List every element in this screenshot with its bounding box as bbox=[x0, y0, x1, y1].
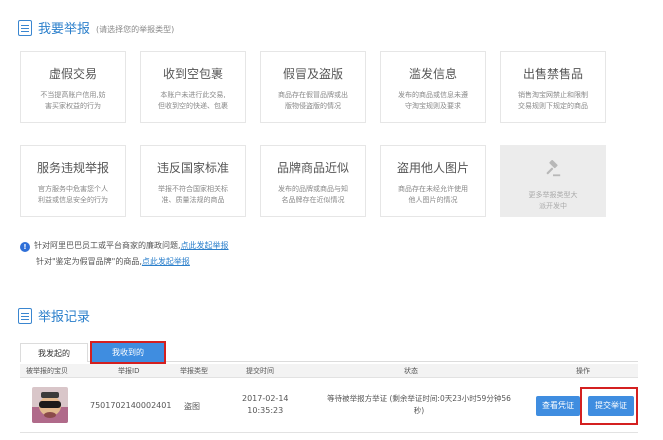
report-type-card-brand-similarity[interactable]: 品牌商品近似 发布的品牌或商品与知 名品牌存在近似情况 bbox=[260, 145, 366, 217]
counterfeit-report-link[interactable]: 点此发起举报 bbox=[142, 257, 190, 266]
report-type-card-prohibited-goods[interactable]: 出售禁售品 销售淘宝网禁止和限制 交易规则下规定的商品 bbox=[500, 51, 606, 123]
document-icon bbox=[18, 307, 32, 324]
tab-received[interactable]: 我收到的 bbox=[90, 341, 166, 364]
card-title: 品牌商品近似 bbox=[276, 161, 349, 175]
card-desc: 本账户未进行此交易, 但收到空的快递、包裹 bbox=[158, 91, 228, 110]
notice-line-2: 针对"鉴定为假冒品牌"的商品,点此发起举报 bbox=[36, 257, 190, 266]
report-id: 7501702140002401 bbox=[90, 401, 172, 410]
card-desc: 举报不符合国家相关标 准、质量法规的商品 bbox=[158, 185, 228, 204]
notice-line-1: ! 针对阿里巴巴员工或平台商家的廉政问题,点此发起举报 bbox=[20, 238, 229, 254]
col-report-id: 举报ID bbox=[118, 367, 140, 375]
card-title: 假冒及盗版 bbox=[282, 67, 343, 81]
gavel-icon bbox=[546, 160, 561, 177]
report-type-card-image-theft[interactable]: 盗用他人图片 商品存在未经允许使用 他人图片的情况 bbox=[380, 145, 486, 217]
col-status: 状态 bbox=[404, 367, 418, 375]
card-desc: 官方服务中危害您个人 利益或信息安全的行为 bbox=[38, 185, 108, 204]
document-icon bbox=[18, 19, 32, 36]
card-desc: 发布的商品或信息未遵 守淘宝规则及要求 bbox=[398, 91, 468, 110]
card-title: 收到空包裹 bbox=[162, 67, 223, 81]
records-tabs: 我发起的 我收到的 bbox=[20, 340, 638, 364]
col-item: 被举报的宝贝 bbox=[26, 367, 68, 375]
tab-sent[interactable]: 我发起的 bbox=[20, 343, 88, 362]
info-icon: ! bbox=[20, 242, 30, 252]
report-section-header: 我要举报 (请选择您的举报类型) bbox=[18, 18, 174, 37]
report-type-card-empty-package[interactable]: 收到空包裹 本账户未进行此交易, 但收到空的快递、包裹 bbox=[140, 51, 246, 123]
view-evidence-button[interactable]: 查看凭证 bbox=[536, 396, 580, 416]
report-type-card-service-violation[interactable]: 服务违规举报 官方服务中危害您个人 利益或信息安全的行为 bbox=[20, 145, 126, 217]
card-title: 盗用他人图片 bbox=[396, 161, 469, 175]
card-title: 服务违规举报 bbox=[36, 161, 109, 175]
col-type: 举报类型 bbox=[180, 367, 208, 375]
card-desc: 不当提高账户信用,妨 害买家权益的行为 bbox=[40, 91, 106, 110]
card-title: 出售禁售品 bbox=[522, 67, 583, 81]
records-table-header: 被举报的宝贝 举报ID 举报类型 提交时间 状态 操作 bbox=[20, 364, 638, 378]
report-type-grid: 虚假交易 不当提高账户信用,妨 害买家权益的行为 收到空包裹 本账户未进行此交易,… bbox=[20, 51, 608, 217]
card-desc: 商品存在未经允许使用 他人图片的情况 bbox=[398, 185, 468, 204]
report-type-card-counterfeit[interactable]: 假冒及盗版 商品存在假冒品牌或出 版物侵盗版的情况 bbox=[260, 51, 366, 123]
card-title: 滥发信息 bbox=[408, 67, 457, 81]
item-thumbnail[interactable] bbox=[32, 387, 68, 423]
notice: ! 针对阿里巴巴员工或平台商家的廉政问题,点此发起举报 针对"鉴定为假冒品牌"的商… bbox=[20, 238, 229, 270]
report-section-title: 我要举报 bbox=[38, 22, 91, 37]
records-section-header: 举报记录 bbox=[18, 306, 90, 325]
report-section-hint: (请选择您的举报类型) bbox=[96, 24, 175, 34]
report-type-card-national-standard[interactable]: 违反国家标准 举报不符合国家相关标 准、质量法规的商品 bbox=[140, 145, 246, 217]
report-type-card-fake-transaction[interactable]: 虚假交易 不当提高账户信用,妨 害买家权益的行为 bbox=[20, 51, 126, 123]
report-type: 盗图 bbox=[184, 402, 200, 411]
card-title: 违反国家标准 bbox=[156, 161, 229, 175]
status-text: 等待被举报方举证 (剩余举证时间:0天23小时59分钟56 秒) bbox=[327, 394, 511, 415]
highlight-box bbox=[580, 387, 638, 425]
table-row: 7501702140002401 盗图 2017-02-14 10:35:23 等… bbox=[20, 379, 638, 433]
item-image bbox=[32, 387, 68, 423]
card-desc: 销售淘宝网禁止和限制 交易规则下规定的商品 bbox=[518, 91, 588, 110]
card-desc: 发布的品牌或商品与知 名品牌存在近似情况 bbox=[278, 185, 348, 204]
report-type-card-more-coming: 更多举报类型大 派开发中 bbox=[500, 145, 606, 217]
records-section-title: 举报记录 bbox=[38, 310, 91, 325]
report-type-card-spam[interactable]: 滥发信息 发布的商品或信息未遵 守淘宝规则及要求 bbox=[380, 51, 486, 123]
integrity-report-link[interactable]: 点此发起举报 bbox=[181, 241, 229, 250]
col-time: 提交时间 bbox=[246, 367, 274, 375]
card-desc: 商品存在假冒品牌或出 版物侵盗版的情况 bbox=[278, 91, 348, 110]
card-title: 虚假交易 bbox=[48, 67, 97, 81]
card-desc: 更多举报类型大 派开发中 bbox=[528, 191, 578, 210]
col-action: 操作 bbox=[576, 367, 590, 375]
submit-time: 2017-02-14 10:35:23 bbox=[242, 394, 289, 415]
